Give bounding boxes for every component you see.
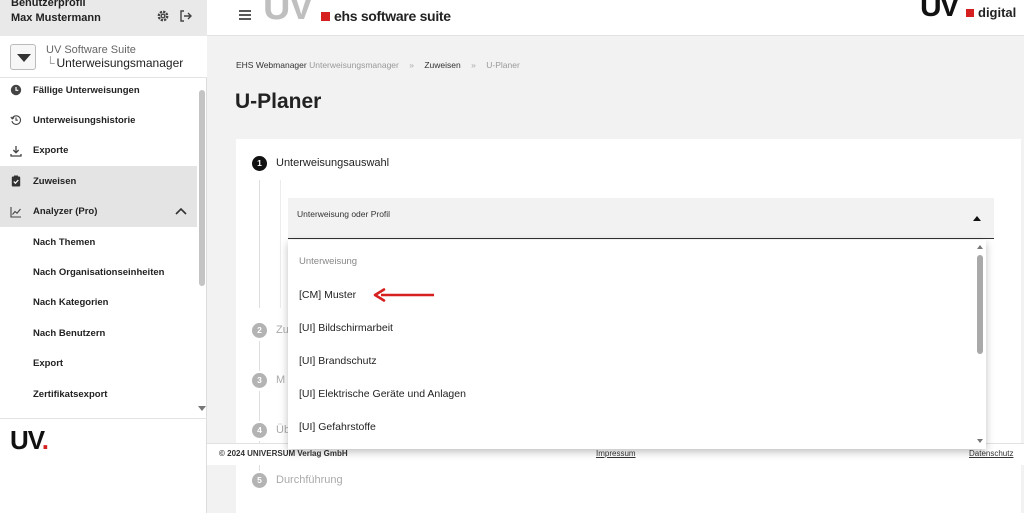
step-1-label[interactable]: Unterweisungsauswahl <box>276 157 389 169</box>
logo-dot: . <box>41 425 49 455</box>
step-2-indicator[interactable]: 2 <box>252 323 267 338</box>
history-icon <box>10 115 22 126</box>
app-name: Unterweisungsmanager <box>56 56 184 70</box>
sidebar-item-label: Nach Kategorien <box>33 297 109 309</box>
unterweisung-select[interactable]: Unterweisung oder Profil <box>288 198 994 239</box>
uv-logo: UV. <box>10 425 49 456</box>
breadcrumb-separator: » <box>471 60 476 70</box>
chevron-up-icon[interactable] <box>175 207 187 215</box>
option-group-label: Unterweisung <box>299 256 358 267</box>
breadcrumb: EHS Webmanager Unterweisungsmanager » Zu… <box>236 60 520 70</box>
download-icon <box>10 145 22 157</box>
sidebar-item-label: Analyzer (Pro) <box>33 206 98 218</box>
chart-line-icon <box>10 206 21 218</box>
sidebar-item-exporte[interactable]: Exporte <box>0 136 197 166</box>
step-3-label[interactable]: M <box>276 374 285 386</box>
uv-digital-red-square <box>966 9 974 17</box>
copyright-text: © 2024 UNIVERSUM Verlag GmbH <box>219 449 348 458</box>
sidebar-nav: Fällige Unterweisungen Unterweisungshist… <box>0 75 197 409</box>
tree-prefix: └ <box>46 56 55 70</box>
page-title: U-Planer <box>235 90 322 113</box>
breadcrumb-item[interactable]: Zuweisen <box>424 60 460 70</box>
sidebar-item-analyzer-pro[interactable]: Analyzer (Pro) <box>0 196 197 227</box>
uv-digital-logo: UV <box>920 0 960 23</box>
select-dropdown-list: Unterweisung [CM] Muster [UI] Bildschirm… <box>288 240 986 449</box>
sidebar-item-zuweisen[interactable]: Zuweisen <box>0 166 197 197</box>
step-connector <box>259 341 260 371</box>
sidebar-item-nach-kategorien[interactable]: Nach Kategorien <box>0 288 197 318</box>
sidebar-item-nach-themen[interactable]: Nach Themen <box>0 227 197 257</box>
sidebar-item-label: Zuweisen <box>33 175 77 187</box>
sidebar-item-nach-benutzern[interactable]: Nach Benutzern <box>0 318 197 348</box>
sidebar-item-nach-organisationseinheiten[interactable]: Nach Organisationseinheiten <box>0 257 197 287</box>
logo-text: UV <box>10 425 43 455</box>
datenschutz-link[interactable]: Datenschutz <box>969 449 1013 458</box>
breadcrumb-item[interactable]: Unterweisungsmanager <box>309 60 399 70</box>
scroll-down-icon[interactable] <box>977 439 983 443</box>
profile-label: Benutzerprofil <box>11 0 86 9</box>
sidebar-item-label: Fällige Unterweisungen <box>33 84 140 96</box>
step-5-label[interactable]: Durchführung <box>276 474 343 486</box>
sidebar-item-label: Exporte <box>33 145 69 157</box>
sidebar-item-label: Unterweisungshistorie <box>33 115 136 127</box>
hamburger-menu-icon[interactable] <box>239 10 251 20</box>
sidebar-item-export[interactable]: Export <box>0 349 197 379</box>
sidebar-item-label: Nach Themen <box>33 236 96 248</box>
app-switcher[interactable]: UV Software Suite └ Unterweisungsmanager <box>0 36 207 78</box>
sidebar-item-unterweisungshistorie[interactable]: Unterweisungshistorie <box>0 105 197 135</box>
brand-red-square <box>321 12 330 21</box>
sidebar-item-label: Export <box>33 358 64 370</box>
step-4-indicator[interactable]: 4 <box>252 423 267 438</box>
step-1-indicator[interactable]: 1 <box>252 156 267 171</box>
scroll-up-icon[interactable] <box>977 245 983 249</box>
sidebar-item-faellige-unterweisungen[interactable]: Fällige Unterweisungen <box>0 75 197 105</box>
option-gefahrstoffe[interactable]: [UI] Gefahrstoffe <box>299 421 376 433</box>
sidebar-scrollbar[interactable] <box>199 90 205 286</box>
clipboard-check-icon <box>11 175 21 187</box>
impressum-link[interactable]: Impressum <box>596 449 636 458</box>
app-name-line: └ Unterweisungsmanager <box>46 56 183 70</box>
breadcrumb-item[interactable]: EHS Webmanager <box>236 60 307 70</box>
step-2-label[interactable]: Zu <box>276 324 289 336</box>
clock-icon <box>10 84 22 96</box>
uv-digital-text: digital <box>978 5 1017 20</box>
caret-up-icon[interactable] <box>973 216 981 221</box>
suite-name: UV Software Suite <box>46 44 136 56</box>
sidebar-item-zertifikatsexport[interactable]: Zertifikatsexport <box>0 379 197 409</box>
user-profile-bar: Benutzerprofil Max Mustermann <box>0 0 207 36</box>
option-brandschutz[interactable]: [UI] Brandschutz <box>299 355 377 367</box>
sidebar-item-label: Nach Benutzern <box>33 327 106 339</box>
step-connector <box>259 180 260 308</box>
top-header: UV ehs software suite UV digital <box>207 0 1024 36</box>
select-label: Unterweisung oder Profil <box>297 209 391 219</box>
divider <box>0 418 207 419</box>
gear-icon[interactable] <box>155 8 171 24</box>
option-bildschirmarbeit[interactable]: [UI] Bildschirmarbeit <box>299 322 393 334</box>
brand-suite-name[interactable]: ehs software suite <box>334 8 451 24</box>
step-3-indicator[interactable]: 3 <box>252 373 267 388</box>
app-switcher-dropdown-icon[interactable] <box>10 44 36 70</box>
step-connector <box>259 391 260 421</box>
option-elektrische-geraete[interactable]: [UI] Elektrische Geräte und Anlagen <box>299 388 466 400</box>
logout-icon[interactable] <box>178 8 194 24</box>
breadcrumb-item-current: U-Planer <box>486 60 520 70</box>
user-name[interactable]: Max Mustermann <box>11 12 101 24</box>
sidebar: Benutzerprofil Max Mustermann UV Softwar… <box>0 0 207 513</box>
sidebar-item-label: Zertifikatsexport <box>33 388 108 400</box>
option-cm-muster[interactable]: [CM] Muster <box>299 289 356 301</box>
step-5-indicator[interactable]: 5 <box>252 473 267 488</box>
step-content-border <box>280 180 281 308</box>
dropdown-scrollbar-thumb[interactable] <box>977 255 983 354</box>
scroll-down-icon[interactable] <box>198 406 206 411</box>
sidebar-item-label: Nach Organisationseinheiten <box>33 267 165 279</box>
red-arrow-annotation-icon <box>373 288 434 302</box>
breadcrumb-separator: » <box>409 60 414 70</box>
brand-logo-uv[interactable]: UV <box>263 0 314 29</box>
